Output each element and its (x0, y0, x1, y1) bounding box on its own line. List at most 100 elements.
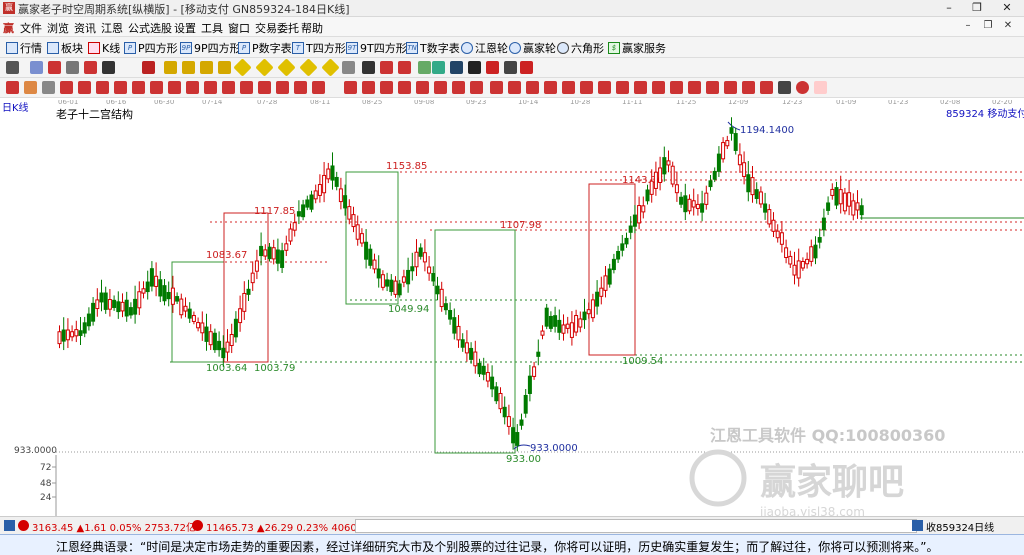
next-icon[interactable] (218, 61, 231, 74)
box-icon[interactable] (186, 81, 199, 94)
menu-settings[interactable]: 设置 (174, 20, 196, 36)
close-button[interactable]: ✕ (992, 0, 1022, 16)
toolbar-kline-button[interactable]: K线 (88, 40, 120, 56)
menu-gann[interactable]: 江恩 (101, 20, 123, 36)
triangle-icon[interactable] (634, 81, 647, 94)
up-arrow-icon[interactable] (380, 61, 393, 74)
toolbar-9t-square-button[interactable]: 9T 9T四方形 (346, 40, 407, 56)
price-icon[interactable] (240, 81, 253, 94)
layout-icon[interactable] (6, 61, 19, 74)
spread-icon[interactable] (294, 81, 307, 94)
toolbar-quotes-button[interactable]: 行情 (6, 40, 42, 56)
camera-icon[interactable] (504, 61, 517, 74)
bar-icon[interactable] (452, 81, 465, 94)
cut-icon[interactable] (398, 61, 411, 74)
toolbar-winner-wheel-button[interactable]: 赢家轮 (509, 40, 556, 56)
channel-icon[interactable] (132, 81, 145, 94)
sh-index-quote[interactable]: 3163.45 ▲1.61 0.05% 2753.72亿 (32, 519, 196, 534)
square-icon[interactable] (204, 81, 217, 94)
infinity-icon[interactable] (814, 81, 827, 94)
square-root-icon[interactable] (508, 81, 521, 94)
minimize-button[interactable]: – (934, 0, 964, 16)
toolbar-p-table-button[interactable]: P P数字表 (238, 40, 292, 56)
menu-trade[interactable]: 交易委托 (255, 20, 299, 36)
flag-icon[interactable] (418, 61, 431, 74)
chart-icon[interactable] (562, 81, 575, 94)
menu-formula[interactable]: 公式选股 (128, 20, 172, 36)
dots-icon[interactable] (470, 81, 483, 94)
toolbar-t-square-button[interactable]: T T四方形 (292, 40, 346, 56)
marker-icon[interactable] (142, 61, 155, 74)
toolbar-gann-wheel-button[interactable]: 江恩轮 (461, 40, 508, 56)
text-icon[interactable] (66, 61, 79, 74)
color-icon[interactable] (796, 81, 809, 94)
menu-window[interactable]: 窗口 (228, 20, 250, 36)
arc-icon[interactable] (96, 81, 109, 94)
spiral2-icon[interactable] (742, 81, 755, 94)
spiral-icon[interactable] (168, 81, 181, 94)
toolbar-9p-square-button[interactable]: 9P 9P四方形 (180, 40, 241, 56)
disk-icon[interactable] (450, 61, 463, 74)
vert-line-icon[interactable] (362, 81, 375, 94)
trend-icon[interactable] (434, 81, 447, 94)
fan2-icon[interactable] (706, 81, 719, 94)
percent-icon[interactable] (544, 81, 557, 94)
menu-file[interactable]: 文件 (20, 20, 42, 36)
prev-icon[interactable] (200, 61, 213, 74)
horiz-line-icon[interactable] (380, 81, 393, 94)
mdi-restore-button[interactable]: ❐ (980, 19, 996, 33)
diamond-icon[interactable] (255, 58, 274, 77)
angle-icon[interactable] (60, 81, 73, 94)
wave-icon[interactable] (276, 81, 289, 94)
print-icon[interactable] (468, 61, 481, 74)
ratio-icon[interactable] (312, 81, 325, 94)
kline-chart[interactable]: 06-01 06-16 06-30 07-14 07-28 08-11 08-25 09-08… (0, 100, 1024, 516)
menu-info[interactable]: 资讯 (74, 20, 96, 36)
diamond-icon[interactable] (321, 58, 340, 77)
menu-help[interactable]: 帮助 (301, 20, 323, 36)
gann-icon[interactable] (520, 61, 533, 74)
cross-line-icon[interactable] (398, 81, 411, 94)
flag2-icon[interactable] (580, 81, 593, 94)
cycle-icon[interactable] (114, 81, 127, 94)
crosshair-icon[interactable] (362, 61, 375, 74)
zigzag-icon[interactable] (598, 81, 611, 94)
toolbar-p-square-button[interactable]: P P四方形 (124, 40, 178, 56)
gann-fan-icon[interactable] (670, 81, 683, 94)
arc2-icon[interactable] (724, 81, 737, 94)
horizontal-scrollbar[interactable] (355, 519, 917, 533)
r-icon[interactable] (526, 81, 539, 94)
mdi-close-button[interactable]: ✕ (1000, 19, 1016, 33)
diamond-icon[interactable] (233, 58, 252, 77)
first-icon[interactable] (164, 61, 177, 74)
cycle2-icon[interactable] (688, 81, 701, 94)
pitch-icon[interactable] (652, 81, 665, 94)
mdi-minimize-button[interactable]: – (960, 19, 976, 33)
menu-tools[interactable]: 工具 (201, 20, 223, 36)
time-icon[interactable] (222, 81, 235, 94)
toolbar-sectors-button[interactable]: 板块 (47, 40, 83, 56)
restore-button[interactable]: ❐ (962, 0, 992, 16)
pen-icon[interactable] (84, 61, 97, 74)
sine-icon[interactable] (490, 81, 503, 94)
line-icon[interactable] (24, 81, 37, 94)
erase-icon[interactable] (760, 81, 773, 94)
arrow-icon[interactable] (416, 81, 429, 94)
export-icon[interactable] (486, 61, 499, 74)
last-icon[interactable] (182, 61, 195, 74)
table-icon[interactable] (778, 81, 791, 94)
zoom-icon[interactable] (30, 61, 43, 74)
toolbar-t-table-button[interactable]: TN T数字表 (406, 40, 460, 56)
indicator-icon[interactable] (102, 61, 115, 74)
chart-type-icon[interactable] (48, 61, 61, 74)
fan-icon[interactable] (78, 81, 91, 94)
save-icon[interactable] (432, 61, 445, 74)
fib-icon[interactable] (150, 81, 163, 94)
toolbar-hexagon-button[interactable]: 六角形 (557, 40, 604, 56)
grid-tool-icon[interactable] (258, 81, 271, 94)
pencil-icon[interactable] (6, 81, 19, 94)
ray-icon[interactable] (42, 81, 55, 94)
toolbar-service-button[interactable]: $ 赢家服务 (608, 40, 666, 56)
spike-icon[interactable] (616, 81, 629, 94)
split-icon[interactable] (344, 81, 357, 94)
